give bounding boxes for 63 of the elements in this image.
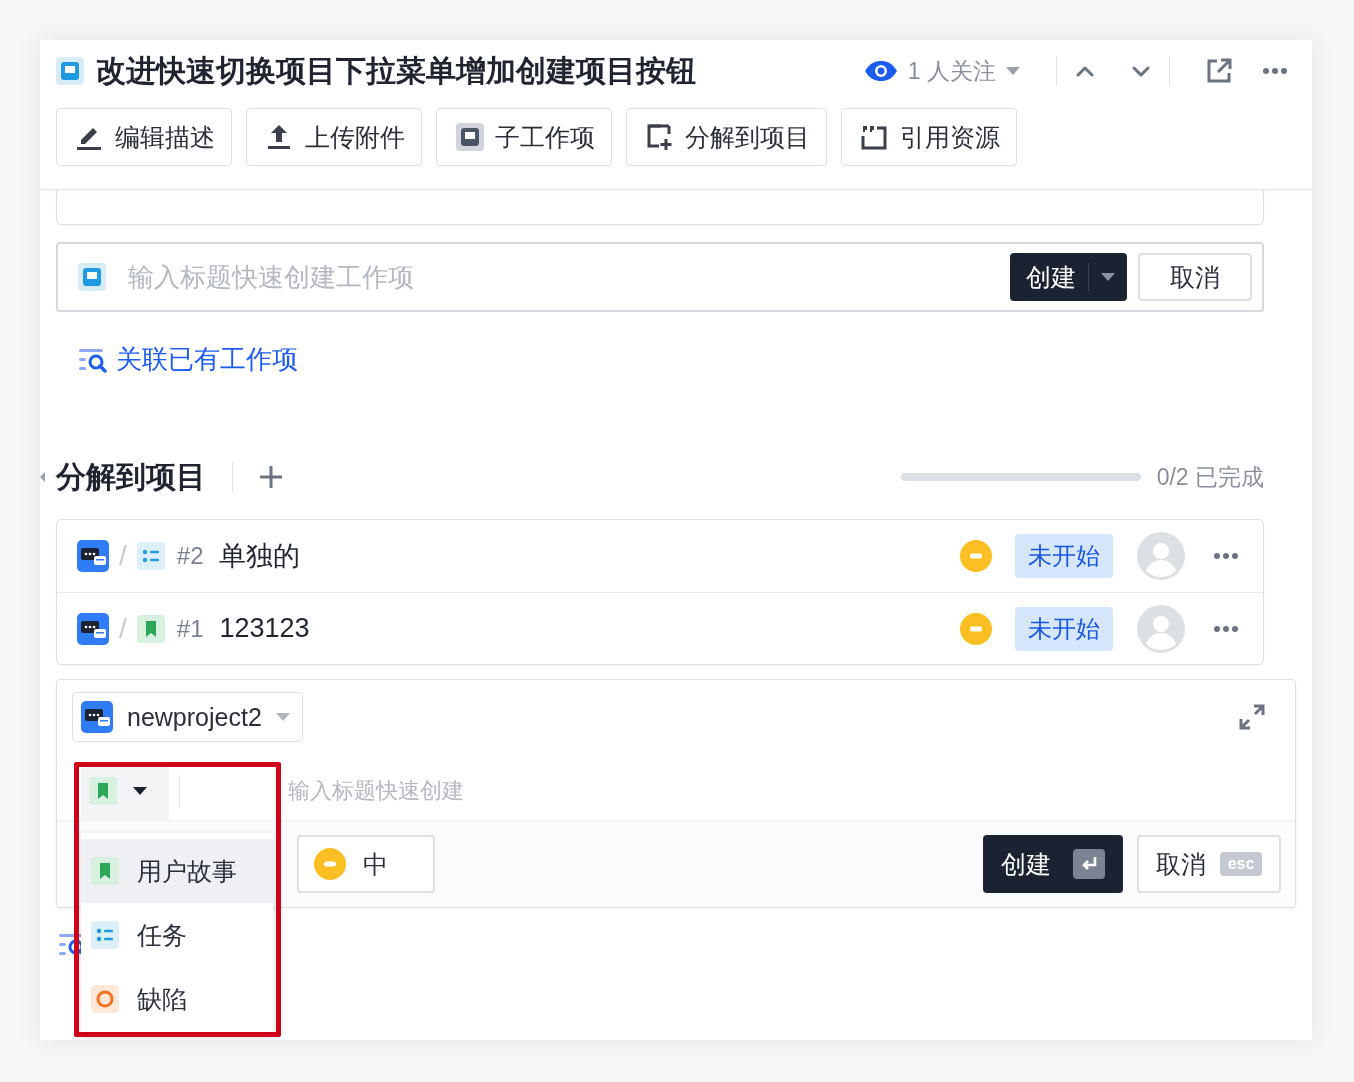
bookmark-icon	[89, 777, 117, 805]
status-badge: 未开始	[1015, 534, 1113, 578]
list-icon	[91, 921, 119, 949]
external-link-icon[interactable]	[1206, 58, 1232, 84]
caret-icon	[1006, 67, 1020, 75]
create-button[interactable]: 创建	[1010, 253, 1127, 301]
cancel-button[interactable]: 取消 esc	[1137, 835, 1281, 893]
path-separator: /	[119, 612, 127, 645]
avatar-icon	[1137, 532, 1185, 580]
priority-icon	[959, 539, 993, 573]
item-number: #1	[176, 614, 204, 643]
avatar-icon	[1137, 604, 1185, 653]
cancel-button[interactable]: 取消	[1138, 253, 1252, 301]
project-icon	[81, 701, 113, 733]
section-title: 分解到项目	[56, 458, 206, 495]
square-plus-icon	[645, 122, 675, 152]
eye-icon	[863, 60, 898, 82]
monitor-icon	[455, 122, 485, 152]
chevron-down-icon[interactable]	[1132, 65, 1150, 77]
priority-icon	[313, 847, 347, 881]
collapse-caret-icon[interactable]	[40, 472, 45, 482]
chevron-up-icon[interactable]	[1076, 65, 1094, 77]
menu-item[interactable]: 任务	[81, 903, 273, 967]
link-existing-link[interactable]: 关联已有工作项	[116, 342, 298, 377]
expand-icon[interactable]	[1239, 704, 1265, 730]
status-badge: 未开始	[1015, 606, 1113, 651]
more-icon[interactable]	[1213, 624, 1239, 633]
create-button[interactable]: 创建	[983, 835, 1123, 893]
project-icon	[77, 540, 109, 572]
priority-icon	[959, 611, 993, 646]
search-list-icon	[78, 346, 108, 373]
project-dropdown[interactable]: newproject2	[72, 692, 303, 742]
enter-key-icon	[1073, 849, 1105, 879]
bookmark-icon	[136, 614, 165, 643]
progress-text: 0/2 已完成	[1156, 462, 1264, 492]
item-number: #2	[176, 542, 204, 570]
bookmark-icon	[91, 857, 119, 885]
window-title: 改进快速切换项目下拉菜单增加创建项目按钮	[96, 52, 696, 89]
menu-item[interactable]: 缺陷	[81, 967, 273, 1031]
esc-key-badge: esc	[1219, 852, 1263, 876]
item-title[interactable]: 123123	[219, 613, 310, 644]
monitor-icon	[78, 263, 106, 291]
title-input[interactable]: 输入标题快速创建	[179, 775, 1295, 807]
ring-icon	[91, 985, 119, 1013]
path-separator: /	[119, 540, 127, 572]
caret-icon	[133, 787, 147, 795]
menu-item[interactable]: 用户故事	[81, 839, 273, 903]
toolbar-button[interactable]: 上传附件	[246, 108, 422, 166]
list-icon	[136, 542, 165, 570]
item-title[interactable]: 单独的	[219, 538, 301, 574]
monitor-icon	[56, 57, 84, 85]
priority-button[interactable]: 中	[297, 835, 435, 893]
quick-create-field[interactable]: 输入标题快速创建工作项 创建 取消	[56, 242, 1264, 312]
more-icon[interactable]	[1262, 67, 1288, 75]
toolbar-button[interactable]: 引用资源	[841, 108, 1017, 166]
plus-icon[interactable]	[259, 465, 283, 489]
caret-icon	[275, 713, 290, 721]
more-icon[interactable]	[1213, 552, 1239, 560]
project-icon	[77, 612, 109, 645]
caret-icon	[1101, 273, 1115, 281]
toolbar-button[interactable]: 编辑描述	[56, 108, 232, 166]
toolbar-button[interactable]: 子工作项	[436, 108, 612, 166]
toolbar-button[interactable]: 分解到项目	[626, 108, 827, 166]
